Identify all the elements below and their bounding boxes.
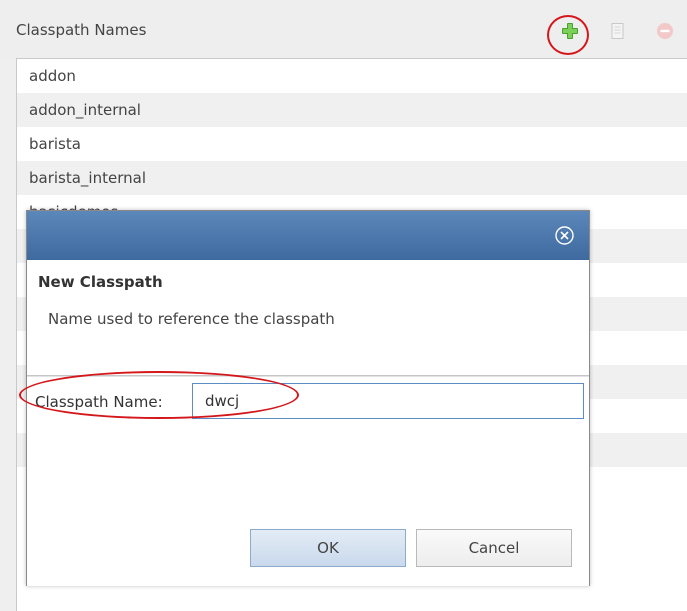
remove-classpath-button[interactable] bbox=[656, 22, 674, 40]
dialog-description: Name used to reference the classpath bbox=[48, 310, 335, 328]
copy-document-icon bbox=[611, 23, 624, 39]
dialog-header: New Classpath Name used to reference the… bbox=[27, 260, 589, 376]
dialog-heading: New Classpath bbox=[38, 273, 163, 291]
annotation-oval bbox=[19, 371, 299, 419]
annotation-circle bbox=[547, 15, 589, 55]
list-item[interactable]: barista bbox=[17, 127, 687, 161]
dialog-close-button[interactable] bbox=[554, 225, 575, 246]
list-item[interactable]: addon bbox=[17, 59, 687, 93]
dialog-title-bar[interactable] bbox=[27, 211, 589, 260]
cancel-button[interactable]: Cancel bbox=[416, 529, 572, 567]
dialog-body: Classpath Name: OK Cancel bbox=[19, 371, 589, 586]
minus-circle-icon bbox=[657, 23, 673, 39]
ok-button[interactable]: OK bbox=[250, 529, 406, 567]
list-item[interactable]: addon_internal bbox=[17, 93, 687, 127]
panel-title: Classpath Names bbox=[16, 21, 147, 39]
new-classpath-dialog: New Classpath Name used to reference the… bbox=[19, 210, 590, 586]
list-item[interactable]: barista_internal bbox=[17, 161, 687, 195]
copy-classpath-button[interactable] bbox=[609, 22, 627, 40]
close-circle-icon bbox=[555, 226, 574, 245]
panel-header: Classpath Names bbox=[0, 0, 687, 58]
